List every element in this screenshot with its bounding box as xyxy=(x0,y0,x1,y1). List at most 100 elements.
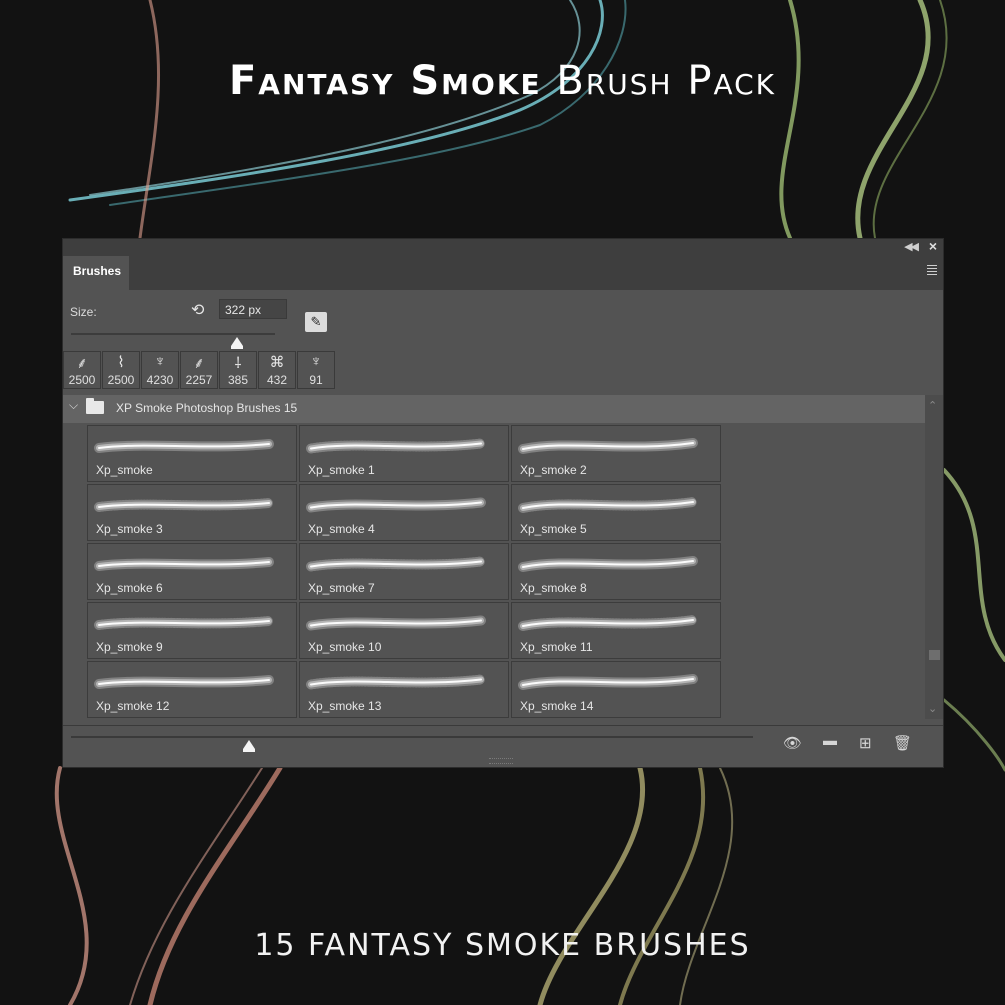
scroll-up-icon[interactable]: ⌃ xyxy=(928,399,937,412)
brush-name: Xp_smoke 8 xyxy=(520,581,587,595)
brush-stroke-preview xyxy=(518,497,698,513)
brush-name: Xp_smoke 5 xyxy=(520,522,587,536)
brush-tile[interactable]: Xp_smoke 6 xyxy=(87,543,297,600)
brush-name: Xp_smoke 9 xyxy=(96,640,163,654)
resize-grip[interactable] xyxy=(489,758,513,764)
folder-name: XP Smoke Photoshop Brushes 15 xyxy=(116,401,298,415)
smoke-tip-icon: ⌇ xyxy=(117,354,125,371)
brush-name: Xp_smoke 3 xyxy=(96,522,163,536)
panel-title-bar: ◀◀ × xyxy=(63,238,943,256)
brush-stroke-preview xyxy=(94,439,274,453)
new-group-folder-icon[interactable]: ▬ xyxy=(823,732,837,748)
smoke-tip-icon: ♆ xyxy=(154,353,166,370)
brush-stroke-preview xyxy=(518,674,698,690)
tab-bar: Brushes xyxy=(63,256,943,290)
preview-size-handle[interactable] xyxy=(243,740,255,752)
brush-stroke-preview xyxy=(306,438,486,454)
poster-title: Fantasy Smoke Brush Pack xyxy=(0,58,1005,104)
brush-tile[interactable]: Xp_smoke 7 xyxy=(299,543,509,600)
collapse-panel-icon[interactable]: ◀◀ xyxy=(904,240,919,253)
smoke-tip-icon: ⸙ xyxy=(193,355,205,372)
poster-subtitle: 15 FANTASY SMOKE BRUSHES xyxy=(254,928,751,963)
chevron-down-icon[interactable]: ⌵ xyxy=(69,398,78,413)
smoke-tip-icon: ⸙ xyxy=(76,355,88,372)
preset-size-label: 2500 xyxy=(68,373,96,387)
poster-title-bold: Fantasy Smoke xyxy=(228,58,542,104)
size-slider-handle[interactable] xyxy=(231,337,243,349)
smoke-tip-icon: ⸸ xyxy=(234,355,242,372)
recent-brush-presets: ⸙ 2500 ⌇ 2500 ♆ 4230 ⸙ 2257 ⸸ 385 ⌘ 432 ♆ 91 xyxy=(63,351,336,391)
brush-stroke-preview xyxy=(306,674,486,690)
brush-stroke-preview xyxy=(518,438,698,454)
size-label: Size: xyxy=(70,305,97,319)
panel-footer: 👁 ▬ ⊞ 🗑 xyxy=(63,725,943,766)
brush-name: Xp_smoke 6 xyxy=(96,581,163,595)
smoke-tip-icon: ♆ xyxy=(310,353,322,370)
brush-name: Xp_smoke 7 xyxy=(308,581,375,595)
brush-tile[interactable]: Xp_smoke 1 xyxy=(299,425,509,482)
brush-name: Xp_smoke 12 xyxy=(96,699,170,713)
brush-name: Xp_smoke 14 xyxy=(520,699,594,713)
brush-group-folder[interactable]: ⌵ XP Smoke Photoshop Brushes 15 xyxy=(63,395,925,423)
brush-stroke-preview xyxy=(94,557,274,571)
visibility-icon[interactable]: 👁 xyxy=(783,734,802,752)
brushes-panel: ◀◀ × Brushes Size: ⟲ 322 px ✎ ⸙ 2500 ⌇ 2500… xyxy=(62,238,944,768)
brush-name: Xp_smoke 2 xyxy=(520,463,587,477)
brush-tile[interactable]: Xp_smoke 12 xyxy=(87,661,297,718)
brush-tile[interactable]: Xp_smoke 3 xyxy=(87,484,297,541)
preset-size-label: 432 xyxy=(266,373,288,387)
brush-tile[interactable]: Xp_smoke 9 xyxy=(87,602,297,659)
trash-icon[interactable]: 🗑 xyxy=(893,734,912,752)
preset-brush-2[interactable]: ♆ 4230 xyxy=(141,351,179,389)
brush-stroke-preview xyxy=(518,556,698,572)
scroll-down-icon[interactable]: ⌄ xyxy=(928,702,937,715)
preset-brush-5[interactable]: ⌘ 432 xyxy=(258,351,296,389)
folder-icon xyxy=(86,398,104,414)
brush-settings-icon[interactable]: ✎ xyxy=(305,312,327,332)
brush-stroke-preview xyxy=(518,615,698,631)
panel-menu-icon[interactable] xyxy=(927,265,937,277)
close-icon[interactable]: × xyxy=(929,238,937,254)
brush-name: Xp_smoke 11 xyxy=(520,640,593,654)
vertical-scrollbar[interactable]: ⌃ ⌄ xyxy=(925,395,943,719)
brush-name: Xp_smoke 13 xyxy=(308,699,382,713)
size-input[interactable]: 322 px xyxy=(219,299,287,319)
preset-brush-1[interactable]: ⌇ 2500 xyxy=(102,351,140,389)
brush-name: Xp_smoke 10 xyxy=(308,640,382,654)
preset-brush-6[interactable]: ♆ 91 xyxy=(297,351,335,389)
brush-tile[interactable]: Xp_smoke xyxy=(87,425,297,482)
brush-stroke-preview xyxy=(306,615,486,631)
brush-stroke-preview xyxy=(306,497,486,513)
tab-brushes[interactable]: Brushes xyxy=(63,256,129,290)
size-slider[interactable] xyxy=(71,333,275,335)
brush-stroke-preview xyxy=(94,498,274,512)
brush-name: Xp_smoke 1 xyxy=(308,463,375,477)
new-brush-icon[interactable]: ⊞ xyxy=(859,734,872,752)
brush-stroke-preview xyxy=(94,616,274,630)
brush-grid: Xp_smoke Xp_smoke 1 Xp_smoke 2 Xp_smoke 3 Xp… xyxy=(87,425,723,719)
preset-size-label: 2500 xyxy=(107,373,135,387)
preset-brush-4[interactable]: ⸸ 385 xyxy=(219,351,257,389)
brush-tile[interactable]: Xp_smoke 11 xyxy=(511,602,721,659)
preset-brush-0[interactable]: ⸙ 2500 xyxy=(63,351,101,389)
brush-name: Xp_smoke xyxy=(96,463,153,477)
preset-size-label: 91 xyxy=(309,373,323,387)
preset-size-label: 4230 xyxy=(146,373,174,387)
brush-name: Xp_smoke 4 xyxy=(308,522,375,536)
brush-stroke-preview xyxy=(94,675,274,689)
preset-size-label: 385 xyxy=(227,373,249,387)
reset-size-icon[interactable]: ⟲ xyxy=(191,300,204,320)
preview-size-slider[interactable] xyxy=(71,736,753,738)
brush-tile[interactable]: Xp_smoke 8 xyxy=(511,543,721,600)
brush-tile[interactable]: Xp_smoke 14 xyxy=(511,661,721,718)
preset-brush-3[interactable]: ⸙ 2257 xyxy=(180,351,218,389)
brush-tile[interactable]: Xp_smoke 4 xyxy=(299,484,509,541)
brush-tile[interactable]: Xp_smoke 10 xyxy=(299,602,509,659)
poster-title-light: Brush Pack xyxy=(556,58,777,104)
brush-tile[interactable]: Xp_smoke 13 xyxy=(299,661,509,718)
brush-tile[interactable]: Xp_smoke 2 xyxy=(511,425,721,482)
scrollbar-thumb[interactable] xyxy=(929,650,940,660)
smoke-tip-icon: ⌘ xyxy=(269,354,285,371)
brush-tile[interactable]: Xp_smoke 5 xyxy=(511,484,721,541)
brush-stroke-preview xyxy=(306,556,486,572)
